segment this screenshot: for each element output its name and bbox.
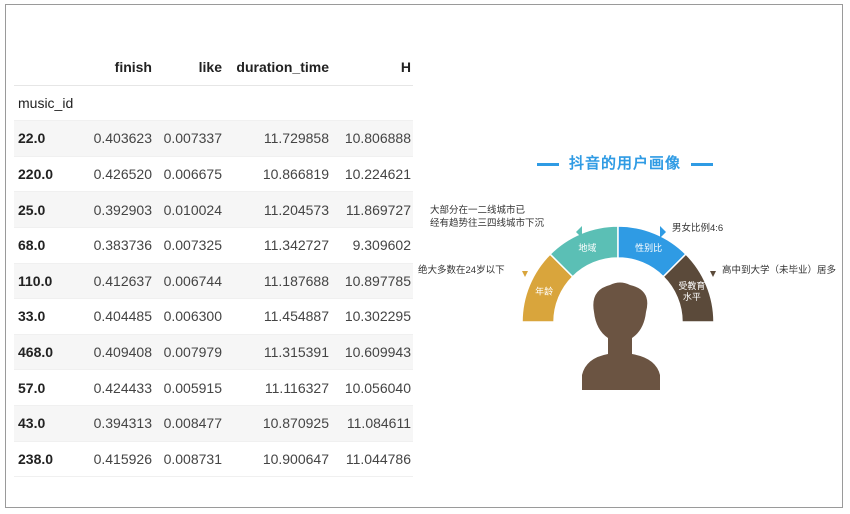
row-index: 68.0 — [14, 227, 88, 264]
cell-finish: 0.392903 — [88, 191, 154, 228]
cell-finish: 0.426520 — [88, 156, 154, 193]
annotation-region: 大部分在一二线城市已 经有趋势往三四线城市下沉 — [430, 204, 544, 230]
row-index: 238.0 — [14, 441, 88, 478]
row-index: 220.0 — [14, 156, 88, 193]
table-row: 68.0 0.383736 0.007325 11.342727 9.309602 — [14, 227, 413, 264]
cell-like: 0.008477 — [154, 405, 224, 442]
cell-like: 0.007337 — [154, 120, 224, 157]
corner-header — [14, 50, 88, 86]
column-header-like: like — [154, 50, 224, 86]
cell-finish: 0.383736 — [88, 227, 154, 264]
table-body: 22.0 0.403623 0.007337 11.729858 10.806888 22… — [14, 120, 413, 478]
cell-duration-time: 11.315391 — [224, 334, 331, 371]
row-index: 43.0 — [14, 405, 88, 442]
column-header-finish: finish — [88, 50, 154, 86]
cell-finish: 0.409408 — [88, 334, 154, 371]
cell-finish: 0.403623 — [88, 120, 154, 157]
table-row: 110.0 0.412637 0.006744 11.187688 10.897785 — [14, 263, 413, 300]
row-index: 57.0 — [14, 369, 88, 406]
cell-h: 10.806888 — [331, 120, 413, 157]
cell-h: 11.084611 — [331, 405, 413, 442]
cell-duration-time: 11.116327 — [224, 369, 331, 406]
cell-like: 0.006744 — [154, 263, 224, 300]
arc-segment-label: 年龄 — [535, 285, 553, 297]
cell-finish: 0.424433 — [88, 369, 154, 406]
column-header-row: finish like duration_time H — [14, 50, 413, 86]
table-row: 238.0 0.415926 0.008731 10.900647 11.044786 — [14, 441, 413, 478]
silhouette-icon — [582, 282, 660, 390]
cell-like: 0.005915 — [154, 369, 224, 406]
cell-h: 11.869727 — [331, 191, 413, 228]
cell-finish: 0.394313 — [88, 405, 154, 442]
row-index: 25.0 — [14, 191, 88, 228]
cell-h: 10.609943 — [331, 334, 413, 371]
cell-duration-time: 11.204573 — [224, 191, 331, 228]
dataframe-table: finish like duration_time H music_id 22.… — [14, 50, 413, 478]
annotation-gender: 男女比例4:6 — [672, 223, 724, 234]
annotation-region-text: 大部分在一二线城市已 经有趋势往三四线城市下沉 — [430, 205, 545, 229]
arrow-education-icon — [710, 271, 716, 277]
row-index: 33.0 — [14, 298, 88, 335]
annotation-education: 高中到大学（未毕业）居多 — [722, 265, 837, 276]
index-name-row: music_id — [14, 85, 413, 122]
row-index: 468.0 — [14, 334, 88, 371]
cell-h: 10.302295 — [331, 298, 413, 335]
cell-finish: 0.404485 — [88, 298, 154, 335]
cell-duration-time: 11.454887 — [224, 298, 331, 335]
cell-h: 10.056040 — [331, 369, 413, 406]
cell-like: 0.006300 — [154, 298, 224, 335]
cell-duration-time: 11.729858 — [224, 120, 331, 157]
table-row: 33.0 0.404485 0.006300 11.454887 10.302295 — [14, 298, 413, 335]
cell-duration-time: 10.870925 — [224, 405, 331, 442]
column-header-duration-time: duration_time — [224, 50, 331, 86]
cell-duration-time: 10.866819 — [224, 156, 331, 193]
row-index: 22.0 — [14, 120, 88, 157]
cell-finish: 0.415926 — [88, 441, 154, 478]
arc-segment-label: 水平 — [683, 291, 701, 303]
arrow-age-icon — [522, 271, 528, 277]
arc-segment-label: 性别比 — [635, 242, 662, 254]
cell-h: 10.224621 — [331, 156, 413, 193]
cell-duration-time: 11.187688 — [224, 263, 331, 300]
arrow-gender-icon — [660, 226, 666, 238]
table-row: 468.0 0.409408 0.007979 11.315391 10.609943 — [14, 334, 413, 371]
table-row: 43.0 0.394313 0.008477 10.870925 11.084611 — [14, 405, 413, 442]
cell-like: 0.007325 — [154, 227, 224, 264]
cell-duration-time: 11.342727 — [224, 227, 331, 264]
cell-like: 0.008731 — [154, 441, 224, 478]
column-header-h: H — [331, 50, 413, 86]
table-row: 25.0 0.392903 0.010024 11.204573 11.869727 — [14, 191, 413, 228]
table-row: 220.0 0.426520 0.006675 10.866819 10.224621 — [14, 156, 413, 193]
cell-like: 0.006675 — [154, 156, 224, 193]
row-index: 110.0 — [14, 263, 88, 300]
cell-h: 11.044786 — [331, 441, 413, 478]
cell-like: 0.007979 — [154, 334, 224, 371]
arc-segment-label: 地域 — [578, 242, 596, 254]
user-profile-infographic: 抖音的用户画像 年龄 地域 性别比 受教育 水平 大部分在一二线城市已 经有趋势往三四线城… — [410, 140, 840, 400]
annotation-age: 绝大多数在24岁以下 — [418, 265, 505, 276]
cell-like: 0.010024 — [154, 191, 224, 228]
cell-h: 10.897785 — [331, 263, 413, 300]
table-row: 57.0 0.424433 0.005915 11.116327 10.056040 — [14, 369, 413, 406]
arc-segment-label: 受教育 — [678, 280, 705, 292]
cell-duration-time: 10.900647 — [224, 441, 331, 478]
cell-finish: 0.412637 — [88, 263, 154, 300]
index-name: music_id — [14, 85, 88, 122]
cell-h: 9.309602 — [331, 227, 413, 264]
table-row: 22.0 0.403623 0.007337 11.729858 10.806888 — [14, 120, 413, 157]
